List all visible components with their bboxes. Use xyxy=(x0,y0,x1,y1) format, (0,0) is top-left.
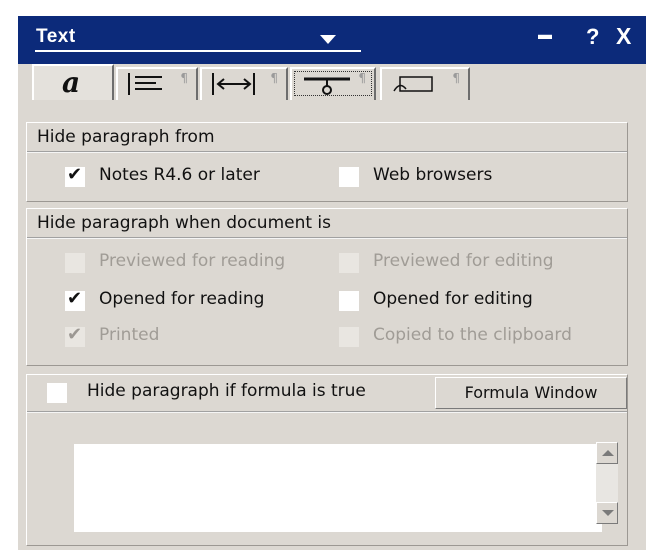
tab-strip: a ¶ ¶ ¶ ¶ xyxy=(18,64,646,100)
formula-label: Hide paragraph if formula is true xyxy=(87,381,366,401)
web-browsers-checkbox[interactable] xyxy=(339,167,359,187)
margins-arrow-icon xyxy=(212,73,255,95)
previewed-reading-label: Previewed for reading xyxy=(99,251,286,271)
scroll-down-button[interactable] xyxy=(596,502,618,524)
hide-when-group: Hide paragraph when document is Previewe… xyxy=(26,208,628,366)
web-browsers-label: Web browsers xyxy=(373,165,493,185)
formula-textarea[interactable] xyxy=(74,444,602,532)
previewed-editing-label: Previewed for editing xyxy=(373,251,554,271)
tab-paragraph-alignment[interactable]: ¶ xyxy=(116,67,198,100)
tab-font[interactable]: a xyxy=(32,64,114,100)
formula-window-button[interactable]: Formula Window xyxy=(435,377,627,409)
opened-editing-checkbox[interactable] xyxy=(339,291,359,311)
paragraph-style-icon xyxy=(393,76,433,92)
font-a-icon: a xyxy=(62,66,81,99)
opened-editing-label: Opened for editing xyxy=(373,289,533,309)
checkmark-icon: ✔ xyxy=(67,288,83,309)
dialog-title: Text xyxy=(36,26,76,47)
group-header: Hide paragraph when document is xyxy=(27,209,627,239)
scroll-up-button[interactable] xyxy=(596,442,618,464)
previewed-editing-checkbox[interactable] xyxy=(339,253,359,273)
opened-reading-checkbox[interactable]: ✔ xyxy=(65,288,85,311)
previewed-reading-checkbox[interactable] xyxy=(65,253,85,273)
checkmark-icon: ✔ xyxy=(67,164,83,185)
checkmark-icon: ✔ xyxy=(67,324,83,345)
align-lines-icon xyxy=(128,73,162,95)
hide-when-heading: Hide paragraph when document is xyxy=(37,213,332,233)
opened-reading-label: Opened for reading xyxy=(99,289,265,309)
minimize-icon[interactable]: ▬ xyxy=(538,26,552,42)
notes-label: Notes R4.6 or later xyxy=(99,165,260,185)
group-header: Hide paragraph from xyxy=(27,123,627,153)
chevron-down-icon[interactable] xyxy=(320,35,336,44)
help-icon[interactable]: ? xyxy=(586,24,599,50)
title-dropdown-underline xyxy=(35,50,361,52)
formula-checkbox[interactable] xyxy=(47,383,67,403)
hide-from-group: Hide paragraph from ✔ Notes R4.6 or late… xyxy=(26,122,628,202)
pilcrow-icon: ¶ xyxy=(358,71,366,85)
printed-label: Printed xyxy=(99,325,160,345)
copied-clipboard-label: Copied to the clipboard xyxy=(373,325,572,345)
group-header: Hide paragraph if formula is true Formul… xyxy=(27,375,627,413)
pilcrow-icon: ¶ xyxy=(452,71,460,85)
title-bar: Text ▬ ? X xyxy=(18,16,646,64)
text-properties-dialog: Text ▬ ? X a ¶ ¶ ¶ ¶ Hide paragraph from… xyxy=(18,16,646,550)
notes-checkbox[interactable]: ✔ xyxy=(65,164,85,187)
hide-paragraph-icon xyxy=(304,77,350,95)
pilcrow-icon: ¶ xyxy=(270,71,278,85)
arrow-down-icon xyxy=(602,510,614,516)
printed-checkbox[interactable]: ✔ xyxy=(65,324,85,347)
arrow-up-icon xyxy=(602,450,614,456)
copied-clipboard-checkbox[interactable] xyxy=(339,327,359,347)
tab-paragraph-styles[interactable]: ¶ xyxy=(380,67,470,100)
tab-paragraph-hide[interactable]: ¶ xyxy=(290,67,376,100)
scrollbar-track[interactable] xyxy=(596,464,618,502)
close-icon[interactable]: X xyxy=(616,23,631,50)
tab-paragraph-margins[interactable]: ¶ xyxy=(200,67,288,100)
hide-from-heading: Hide paragraph from xyxy=(37,127,215,147)
pilcrow-icon: ¶ xyxy=(180,71,188,85)
